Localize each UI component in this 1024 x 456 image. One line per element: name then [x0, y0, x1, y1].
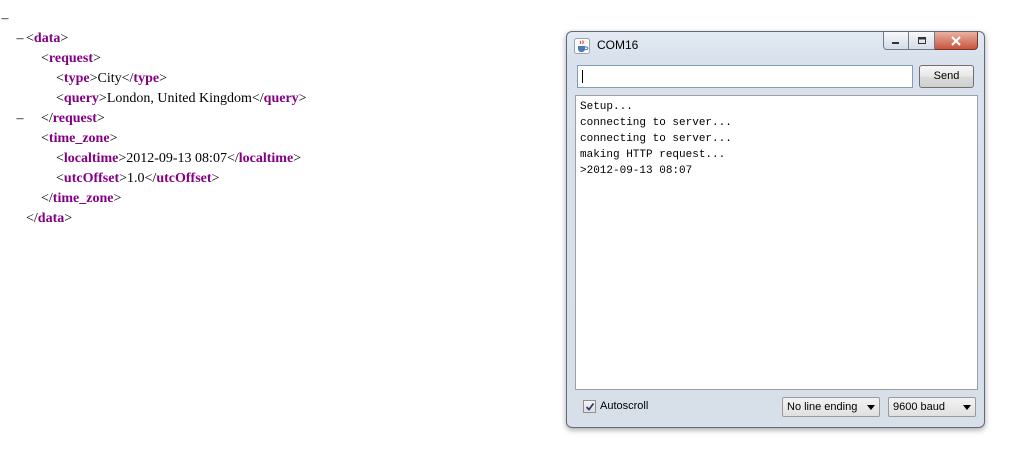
autoscroll-label: Autoscroll	[600, 400, 649, 412]
xml-punct: </	[26, 211, 38, 226]
bottom-bar: Autoscroll No line ending 9600 baud	[573, 395, 978, 419]
xml-line-time-zone-open: – <time_zone>	[0, 109, 307, 146]
maximize-button[interactable]	[909, 32, 935, 50]
xml-tag-name: data	[37, 211, 65, 226]
xml-line-data-open: – <data>	[0, 9, 307, 46]
serial-monitor-window: COM16 Send Setup... connecting to server…	[566, 31, 985, 428]
xml-line-localtime: <localtime>2012-09-13 08:07</localtime>	[0, 129, 307, 166]
checkmark-icon	[585, 402, 595, 411]
dropdown-arrow-icon	[963, 405, 971, 410]
output-line: connecting to server...	[580, 133, 732, 145]
line-ending-value: No line ending	[787, 401, 858, 413]
title-bar[interactable]: COM16	[567, 32, 984, 60]
xml-line-request-close: </request>	[0, 89, 307, 126]
xml-line-request-open: – <request>	[0, 29, 307, 66]
window-title: COM16	[597, 38, 639, 52]
xml-line-utcoffset: <utcOffset>1.0</utcOffset>	[0, 149, 307, 186]
dropdown-arrow-icon	[867, 405, 875, 410]
serial-monitor-body: Send Setup... connecting to server... co…	[573, 62, 978, 421]
baud-rate-value: 9600 baud	[893, 401, 945, 413]
close-icon	[951, 35, 961, 46]
xml-line-data-close: </data>	[0, 189, 307, 226]
autoscroll-checkbox[interactable]	[583, 400, 596, 413]
serial-output-area[interactable]: Setup... connecting to server... connect…	[575, 95, 978, 390]
xml-tree: – <data> – <request> <type>City</type> <qu…	[0, 9, 307, 226]
java-cup-icon	[574, 38, 590, 54]
xml-line-type: <type>City</type>	[0, 49, 307, 86]
output-line: connecting to server...	[580, 117, 732, 129]
xml-line-time-zone-close: </time_zone>	[0, 169, 307, 206]
minimize-button[interactable]	[883, 32, 909, 50]
maximize-icon	[917, 36, 926, 44]
line-ending-select[interactable]: No line ending	[782, 397, 880, 417]
xml-punct: >	[64, 211, 73, 226]
collapse-toggle-request[interactable]: –	[15, 29, 25, 49]
send-button[interactable]: Send	[919, 65, 974, 88]
text-caret	[582, 70, 583, 83]
xml-line-query: <query>London, United Kingdom</query>	[0, 69, 307, 106]
collapse-toggle-time-zone[interactable]: –	[15, 109, 25, 129]
collapse-toggle-data[interactable]: –	[0, 9, 10, 29]
output-line: Setup...	[580, 101, 633, 113]
caption-buttons	[883, 32, 978, 52]
output-line: making HTTP request...	[580, 149, 726, 161]
baud-rate-select[interactable]: 9600 baud	[888, 397, 976, 417]
output-line: >2012-09-13 08:07	[580, 165, 693, 177]
minimize-icon	[892, 41, 899, 44]
serial-input-field[interactable]	[577, 65, 913, 88]
close-button[interactable]	[935, 32, 978, 50]
